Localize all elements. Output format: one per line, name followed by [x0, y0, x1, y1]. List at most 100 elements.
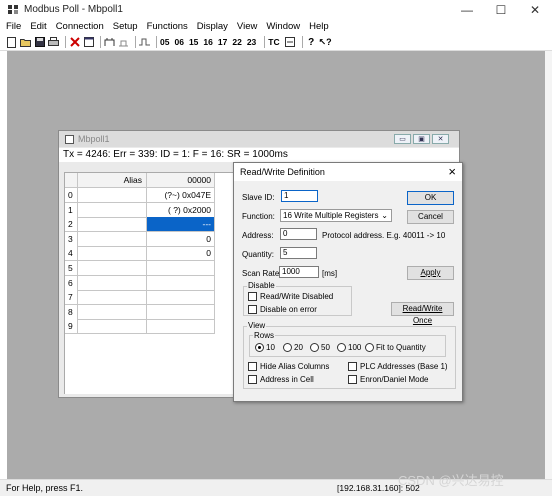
ok-button[interactable]: OK: [407, 191, 454, 205]
alias-cell[interactable]: [78, 246, 147, 262]
scan-rate-label: Scan Rate:: [242, 269, 282, 278]
value-cell[interactable]: ( ?) 0x2000: [147, 202, 215, 218]
menu-functions[interactable]: Functions: [147, 21, 188, 32]
value-cell[interactable]: 0: [147, 246, 215, 262]
row-index: 3: [65, 231, 78, 247]
fc-22-button[interactable]: 22: [232, 37, 241, 47]
chevron-down-icon: ⌄: [381, 211, 388, 220]
address-in-cell-checkbox[interactable]: [248, 375, 257, 384]
apply-button[interactable]: Apply: [407, 266, 454, 280]
child-titlebar[interactable]: Mbpoll1 ▭ ▣ ✕: [59, 131, 459, 147]
row-index: 2: [65, 217, 78, 233]
alias-column-header[interactable]: Alias: [78, 173, 147, 188]
alias-cell[interactable]: [78, 290, 147, 306]
read-write-disabled-checkbox[interactable]: [248, 292, 257, 301]
close-button[interactable]: ✕: [518, 0, 552, 19]
address-input[interactable]: 0: [280, 228, 317, 240]
address-label: Address:: [242, 231, 274, 240]
help-icon[interactable]: ?: [306, 37, 317, 48]
menu-connection[interactable]: Connection: [56, 21, 104, 32]
rows-20-label: 20: [294, 343, 303, 352]
disconnect-icon[interactable]: [118, 37, 129, 48]
right-edge-strip: [545, 51, 552, 479]
function-select[interactable]: 16 Write Multiple Registers ⌄: [280, 209, 392, 222]
cancel-button[interactable]: Cancel: [407, 210, 454, 224]
quantity-input[interactable]: 5: [280, 247, 317, 259]
row-index: 6: [65, 275, 78, 291]
plc-addresses-checkbox[interactable]: [348, 362, 357, 371]
rows-50-radio[interactable]: [310, 343, 319, 352]
value-cell[interactable]: [147, 261, 215, 276]
alias-cell[interactable]: [78, 261, 147, 276]
function-label: Function:: [242, 212, 275, 221]
apply-label: Apply: [420, 268, 441, 277]
menu-help[interactable]: Help: [309, 21, 329, 32]
save-icon[interactable]: [34, 37, 45, 48]
dialog-titlebar[interactable]: Read/Write Definition ×: [234, 163, 462, 181]
rows-20-radio[interactable]: [283, 343, 292, 352]
slave-id-input[interactable]: 1: [281, 190, 318, 202]
rows-fit-label: Fit to Quantity: [376, 343, 426, 352]
menu-display[interactable]: Display: [197, 21, 228, 32]
print-icon[interactable]: [48, 37, 59, 48]
value-cell[interactable]: [147, 275, 215, 291]
new-file-icon[interactable]: [6, 36, 17, 48]
alias-cell[interactable]: [78, 275, 147, 291]
enron-mode-label: Enron/Daniel Mode: [360, 375, 429, 384]
window-icon[interactable]: [83, 37, 94, 48]
value-cell[interactable]: [147, 319, 215, 335]
menu-window[interactable]: Window: [266, 21, 300, 32]
fc-06-button[interactable]: 06: [174, 37, 183, 47]
rows-10-radio[interactable]: [255, 343, 264, 352]
plc-addresses-label: PLC Addresses (Base 1): [360, 362, 448, 371]
menu-setup[interactable]: Setup: [113, 21, 138, 32]
minimize-button[interactable]: —: [450, 0, 484, 19]
rows-10-label: 10: [266, 343, 275, 352]
value-cell[interactable]: ---: [147, 217, 215, 233]
value-cell[interactable]: [147, 304, 215, 320]
scan-rate-input[interactable]: 1000: [279, 266, 319, 278]
hide-alias-checkbox[interactable]: [248, 362, 257, 371]
rows-fit-radio[interactable]: [365, 343, 374, 352]
alias-cell[interactable]: [78, 304, 147, 320]
child-close-button[interactable]: ✕: [432, 134, 449, 144]
menu-edit[interactable]: Edit: [30, 21, 46, 32]
rows-100-radio[interactable]: [337, 343, 346, 352]
value-cell[interactable]: 0: [147, 231, 215, 247]
menu-view[interactable]: View: [237, 21, 257, 32]
fc-23-button[interactable]: 23: [247, 37, 256, 47]
row-index: 8: [65, 304, 78, 320]
dialog-close-icon[interactable]: ×: [448, 164, 456, 179]
alias-cell[interactable]: [78, 217, 147, 233]
alias-cell[interactable]: [78, 202, 147, 218]
child-minimize-button[interactable]: ▭: [394, 134, 411, 144]
value-cell[interactable]: (?~) 0x047E: [147, 188, 215, 203]
child-maximize-button[interactable]: ▣: [413, 134, 430, 144]
menu-file[interactable]: File: [6, 21, 21, 32]
fc-17-button[interactable]: 17: [218, 37, 227, 47]
fc-05-button[interactable]: 05: [160, 37, 169, 47]
enron-mode-checkbox[interactable]: [348, 375, 357, 384]
row-index: 1: [65, 202, 78, 218]
scan-rate-unit: [ms]: [322, 269, 338, 278]
hide-alias-label: Hide Alias Columns: [260, 362, 330, 371]
communication-icon[interactable]: [285, 37, 296, 48]
tc-button[interactable]: TC: [268, 37, 279, 47]
open-folder-icon[interactable]: [20, 37, 31, 48]
alias-cell[interactable]: [78, 188, 147, 203]
connect-icon[interactable]: [104, 37, 115, 48]
maximize-button[interactable]: ☐: [484, 0, 518, 19]
disable-on-error-checkbox[interactable]: [248, 305, 257, 314]
pulse-icon[interactable]: [139, 37, 150, 48]
disable-on-error-label: Disable on error: [260, 305, 317, 314]
fc-16-button[interactable]: 16: [203, 37, 212, 47]
alias-cell[interactable]: [78, 231, 147, 247]
context-help-icon[interactable]: ↖?: [319, 37, 332, 48]
delete-icon[interactable]: [69, 37, 80, 48]
read-write-once-button[interactable]: Read/Write Once: [391, 302, 454, 325]
fc-15-button[interactable]: 15: [189, 37, 198, 47]
value-cell[interactable]: [147, 290, 215, 306]
slave-id-label: Slave ID:: [242, 193, 275, 202]
alias-cell[interactable]: [78, 319, 147, 335]
value-column-header[interactable]: 00000: [147, 173, 215, 188]
